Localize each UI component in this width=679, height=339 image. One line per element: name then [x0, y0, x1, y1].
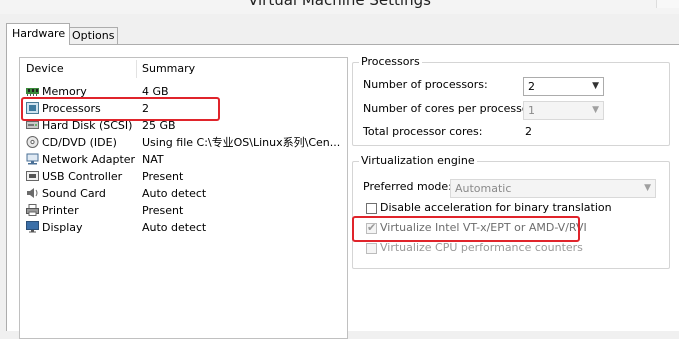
processors-group-title: Processors	[359, 55, 422, 69]
device-summary: Using file C:\专业OS\Linux系列\Cen...	[142, 136, 341, 149]
memory-icon	[26, 85, 39, 97]
device-name: Printer	[42, 204, 79, 217]
total-cores-label: Total processor cores:	[363, 125, 483, 138]
device-row-sound-card[interactable]: Sound Card Auto detect	[20, 185, 347, 202]
num-processors-value: 2	[528, 80, 535, 93]
chevron-down-icon: ▼	[644, 183, 651, 193]
device-summary: Present	[142, 170, 184, 183]
title-bar: Virtual Machine Settings	[0, 0, 679, 14]
column-divider[interactable]	[136, 60, 137, 78]
device-summary: Auto detect	[142, 187, 207, 200]
device-row-display[interactable]: Display Auto detect	[20, 219, 347, 236]
device-name: Network Adapter	[42, 153, 136, 166]
virtualize-cpu-counters-label: Virtualize CPU performance counters	[380, 241, 583, 254]
disable-acceleration-checkbox[interactable]	[366, 203, 377, 214]
network-adapter-icon	[26, 153, 39, 165]
device-summary: NAT	[142, 153, 164, 166]
preferred-mode-select: Automatic ▼	[450, 179, 656, 198]
virtualization-group-title: Virtualization engine	[359, 154, 477, 168]
device-name: Display	[42, 221, 83, 234]
speaker-icon	[26, 187, 39, 199]
disable-acceleration-label: Disable acceleration for binary translat…	[380, 201, 612, 214]
device-list[interactable]: Device Summary Memory 4 GB Processors 2 …	[19, 57, 348, 339]
tab-options[interactable]: Options	[66, 27, 118, 44]
device-row-usb-controller[interactable]: USB Controller Present	[20, 168, 347, 185]
tab-hardware[interactable]: Hardware	[6, 23, 70, 45]
close-button[interactable]	[656, 0, 679, 8]
cores-per-processor-value: 1	[528, 104, 535, 117]
chevron-down-icon: ▼	[592, 81, 599, 91]
device-summary: Auto detect	[142, 221, 207, 234]
total-cores-value: 2	[525, 125, 532, 138]
device-name: CD/DVD (IDE)	[42, 136, 117, 149]
virtualization-engine-group: Virtualization engine Preferred mode: Au…	[352, 154, 670, 269]
num-processors-label: Number of processors:	[363, 78, 488, 91]
usb-icon	[26, 170, 39, 182]
device-row-cd-dvd[interactable]: CD/DVD (IDE) Using file C:\专业OS\Linux系列\…	[20, 134, 347, 151]
virtualize-cpu-counters-checkbox[interactable]	[366, 243, 377, 254]
device-summary: Present	[142, 204, 184, 217]
device-name: USB Controller	[42, 170, 123, 183]
device-name: Sound Card	[42, 187, 106, 200]
window-title: Virtual Machine Settings	[248, 0, 431, 9]
display-icon	[26, 221, 39, 233]
column-header-device[interactable]: Device	[26, 58, 64, 80]
device-row-printer[interactable]: Printer Present	[20, 202, 347, 219]
num-processors-select[interactable]: 2 ▼	[523, 77, 604, 96]
chevron-down-icon: ▼	[592, 105, 599, 115]
processors-group: Processors Number of processors: 2 ▼ Num…	[352, 55, 670, 146]
device-list-header: Device Summary	[20, 58, 347, 80]
hardware-panel: Device Summary Memory 4 GB Processors 2 …	[6, 44, 679, 339]
preferred-mode-label: Preferred mode:	[363, 180, 452, 193]
preferred-mode-value: Automatic	[455, 182, 512, 195]
cores-per-processor-label: Number of cores per processor:	[363, 102, 537, 115]
cd-dvd-icon	[26, 136, 39, 148]
processors-highlight-box	[21, 97, 220, 121]
vtx-highlight-box	[352, 216, 580, 242]
device-row-network-adapter[interactable]: Network Adapter NAT	[20, 151, 347, 168]
printer-icon	[26, 204, 39, 216]
cores-per-processor-select: 1 ▼	[523, 101, 604, 120]
column-header-summary[interactable]: Summary	[142, 58, 195, 80]
